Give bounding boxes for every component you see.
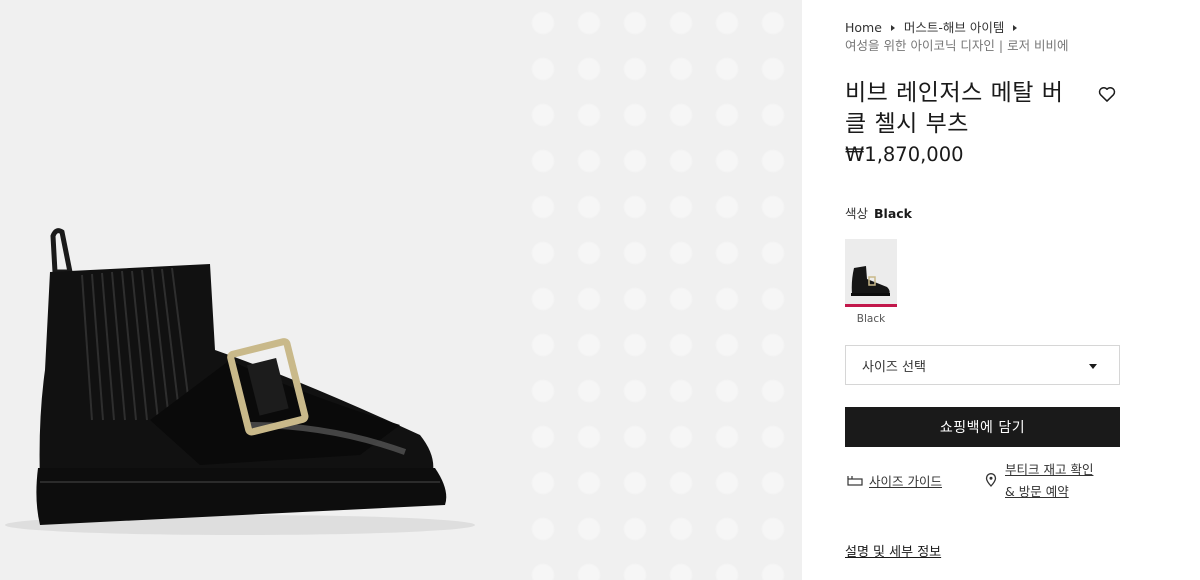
size-select-dropdown[interactable]: 사이즈 선택 bbox=[845, 345, 1120, 385]
heart-outline-icon[interactable] bbox=[1097, 84, 1117, 104]
color-selection-label: 색상 Black bbox=[845, 203, 912, 222]
ruler-icon bbox=[847, 475, 863, 486]
breadcrumb-must-have[interactable]: 머스트-해브 아이템 bbox=[904, 20, 1004, 35]
product-image[interactable] bbox=[0, 220, 520, 540]
breadcrumb-separator-icon bbox=[890, 25, 895, 31]
boutique-label-line2: & 방문 예약 bbox=[1005, 484, 1069, 499]
color-label: 색상 bbox=[845, 206, 869, 221]
color-value: Black bbox=[874, 206, 912, 221]
breadcrumb: Home 머스트-해브 아이템 여성을 위한 아이코닉 디자인 | 로저 비비에 bbox=[845, 19, 1120, 55]
boutique-label-line1: 부티크 재고 확인 bbox=[1005, 462, 1094, 477]
product-image-gallery[interactable] bbox=[0, 0, 802, 580]
product-title: 비브 레인저스 메탈 버클 첼시 부츠 bbox=[845, 80, 1064, 137]
gallery-background-pattern bbox=[520, 0, 802, 580]
product-info-panel: Home 머스트-해브 아이템 여성을 위한 아이코닉 디자인 | 로저 비비에 … bbox=[845, 0, 1125, 580]
color-swatch-black[interactable] bbox=[845, 239, 897, 307]
boutique-stock-label[interactable]: 부티크 재고 확인 & 방문 예약 bbox=[1005, 459, 1115, 503]
size-select-placeholder: 사이즈 선택 bbox=[862, 359, 926, 375]
breadcrumb-home[interactable]: Home bbox=[845, 20, 882, 35]
product-price: ₩1,870,000 bbox=[845, 143, 964, 166]
location-pin-icon bbox=[985, 473, 997, 487]
caret-down-icon bbox=[1089, 364, 1097, 369]
breadcrumb-current[interactable]: 여성을 위한 아이코닉 디자인 | 로저 비비에 bbox=[845, 37, 1120, 55]
description-details-link[interactable]: 설명 및 세부 정보 bbox=[845, 541, 941, 560]
boutique-stock-link[interactable]: 부티크 재고 확인 & 방문 예약 bbox=[985, 459, 1115, 503]
size-guide-label[interactable]: 사이즈 가이드 bbox=[869, 471, 942, 490]
color-swatch-label: Black bbox=[856, 313, 886, 325]
breadcrumb-separator-icon bbox=[1013, 25, 1018, 31]
swatch-boot-thumbnail-icon bbox=[851, 266, 890, 296]
boot-pull-tab bbox=[50, 228, 74, 275]
add-to-bag-button[interactable]: 쇼핑백에 담기 bbox=[845, 407, 1120, 447]
size-guide-link[interactable]: 사이즈 가이드 bbox=[847, 471, 942, 490]
